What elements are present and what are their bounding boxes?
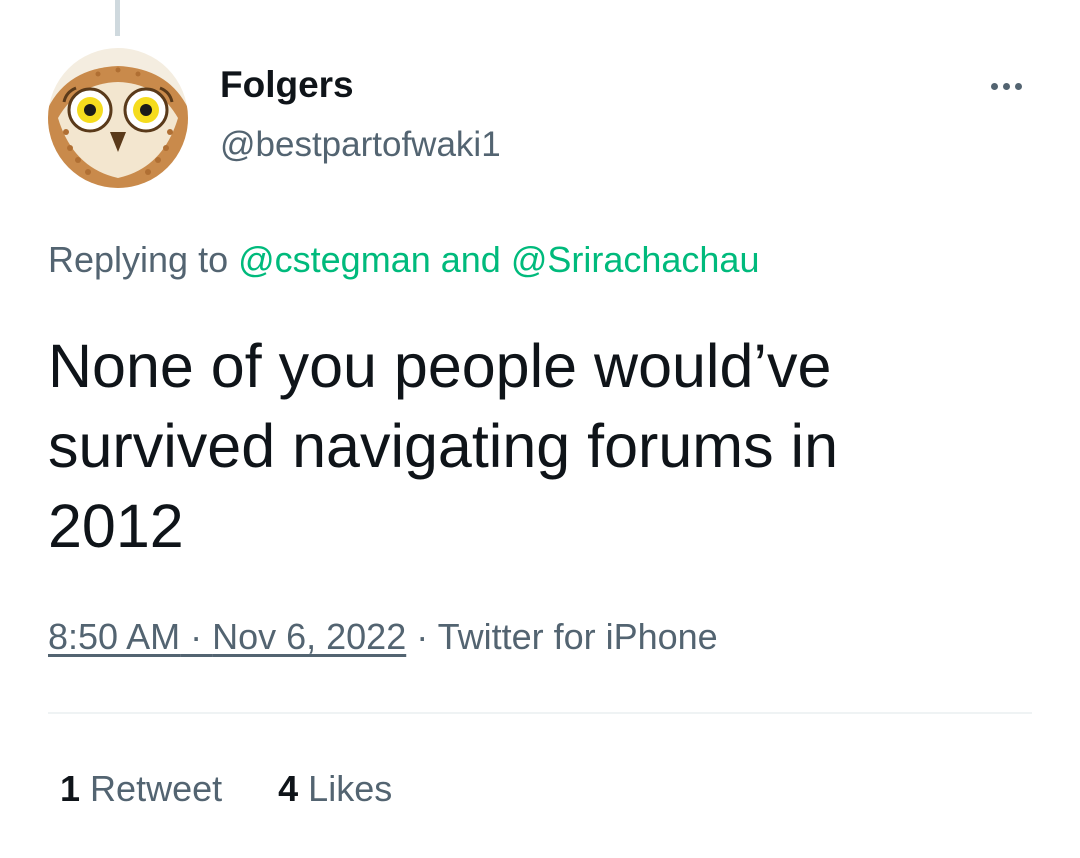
retweets-count: 1 [60,768,81,809]
more-horizontal-icon [1002,82,1010,90]
reply-user-link[interactable]: @Srirachachau [511,239,760,280]
reply-user-joiner: and [430,239,511,280]
more-horizontal-icon [1014,82,1022,90]
tweet-time-link[interactable]: 8:50 AM [48,616,180,657]
retweets-label: Retweet [90,768,223,809]
tweet-source: Twitter for iPhone [437,616,718,657]
retweets-stat[interactable]: 1 Retweet [60,764,222,814]
more-horizontal-icon [990,82,998,90]
meta-separator: · [406,616,438,657]
author-handle[interactable]: @bestpartofwaki1 [220,122,501,168]
reply-user-link[interactable]: @cstegman [238,239,431,280]
owl-avatar-icon [48,48,188,188]
reply-context: Replying to @cstegman and @Srirachachau [48,236,759,284]
tweet-meta: 8:50 AM · Nov 6, 2022 · Twitter for iPho… [48,612,718,662]
meta-separator: · [180,616,213,657]
more-options-button[interactable] [976,64,1036,108]
divider [48,712,1032,714]
likes-stat[interactable]: 4 Likes [278,764,392,814]
tweet-stats: 1 Retweet 4 Likes [60,764,392,814]
likes-count: 4 [278,768,299,809]
author-display-name[interactable]: Folgers [220,62,354,108]
tweet-text: None of you people would’ve survived nav… [48,332,838,560]
thread-connector-line [115,0,120,36]
tweet-date-link[interactable]: Nov 6, 2022 [212,616,406,657]
avatar[interactable] [48,48,188,188]
reply-context-prefix: Replying to [48,239,239,280]
likes-label: Likes [308,768,393,809]
